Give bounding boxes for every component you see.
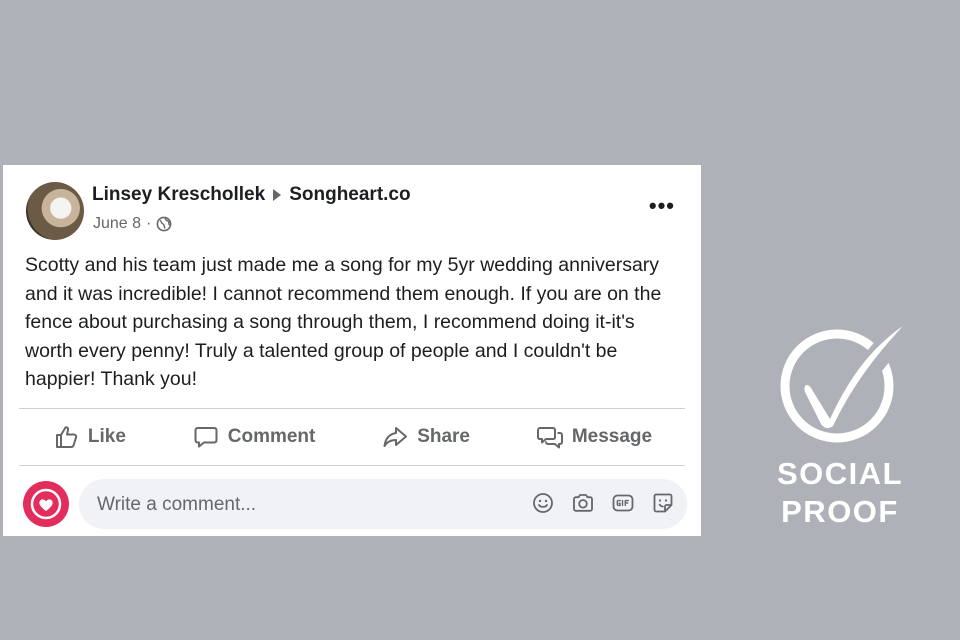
smiley-icon: [533, 493, 553, 513]
post-body-text: Scotty and his team just made me a song …: [25, 254, 662, 390]
comment-label: Comment: [227, 426, 316, 447]
social-proof-badge: SOCIAL PROOF: [775, 316, 915, 531]
post-meta: June 8 ·: [93, 215, 172, 233]
comment-composer: [19, 479, 687, 531]
comment-input[interactable]: [95, 479, 519, 531]
sticker-button[interactable]: [651, 491, 675, 515]
badge-line-1: SOCIAL: [776, 456, 904, 491]
page-name-link[interactable]: Songheart.co: [289, 184, 410, 206]
meta-separator: ·: [146, 215, 152, 232]
post-action-bar: Like Comment Share Message: [19, 409, 685, 465]
message-label: Message: [571, 426, 653, 447]
photo-button[interactable]: [571, 491, 595, 515]
checkmark-circle-icon: [780, 316, 913, 443]
facebook-post-card: Linsey Kreschollek Songheart.co June 8 ·…: [3, 165, 701, 536]
messenger-icon: [536, 427, 563, 449]
comment-button[interactable]: Comment: [192, 423, 316, 451]
actions-bottom-divider: [19, 465, 685, 466]
caret-right-icon: [273, 189, 282, 201]
gif-icon: [612, 494, 634, 512]
share-label: Share: [417, 426, 470, 447]
message-button[interactable]: Message: [536, 423, 652, 451]
post-header: Linsey Kreschollek Songheart.co: [92, 184, 411, 206]
post-date-link[interactable]: June 8: [93, 215, 141, 233]
author-name-link[interactable]: Linsey Kreschollek: [92, 184, 265, 206]
more-options-button[interactable]: •••: [649, 195, 675, 217]
badge-line-2: PROOF: [781, 494, 899, 529]
author-avatar[interactable]: [26, 182, 84, 240]
comment-box: [79, 479, 687, 531]
thumbs-up-icon: [55, 426, 78, 448]
share-arrow-icon: [383, 427, 408, 447]
like-button[interactable]: Like: [52, 423, 126, 451]
emoji-button[interactable]: [531, 491, 555, 515]
like-label: Like: [87, 426, 126, 447]
songheart-logo-icon: [30, 488, 62, 520]
camera-icon: [573, 494, 593, 512]
share-button[interactable]: Share: [381, 423, 470, 451]
gif-button[interactable]: [611, 491, 635, 515]
comment-tools: [531, 491, 675, 515]
speech-bubble-icon: [194, 427, 218, 448]
globe-icon: [156, 216, 172, 232]
sticker-icon: [653, 493, 673, 513]
songheart-avatar[interactable]: [23, 481, 69, 527]
